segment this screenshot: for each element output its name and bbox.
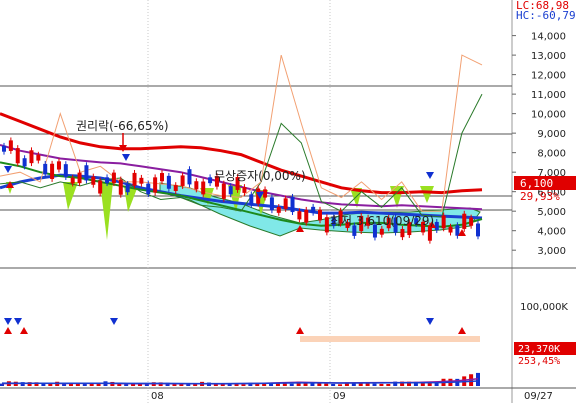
candle-body xyxy=(63,164,68,178)
candle-body xyxy=(283,198,288,209)
candle-body xyxy=(242,187,247,193)
candle-body xyxy=(118,179,123,195)
y-tick-label: 10,000 xyxy=(531,110,566,121)
candle-body xyxy=(400,228,405,238)
candle-body xyxy=(50,163,55,179)
candle-body xyxy=(84,165,89,181)
y-tick-label: 13,000 xyxy=(531,51,566,62)
candle-body xyxy=(98,180,103,194)
candle-body xyxy=(276,206,281,213)
x-tick-label: 08 xyxy=(151,391,164,402)
pct-badge: 29,93% xyxy=(520,190,560,203)
candle-body xyxy=(166,175,171,189)
y-tick-label: 9,000 xyxy=(537,129,566,140)
candle-body xyxy=(36,154,41,161)
candle-body xyxy=(455,225,460,236)
candle-body xyxy=(324,217,329,233)
y-tick-label: 12,000 xyxy=(531,71,566,82)
candle-body xyxy=(221,183,226,199)
y-tick-label: 11,000 xyxy=(531,90,566,101)
candle-body xyxy=(434,221,439,231)
y-tick-label: 14,000 xyxy=(531,32,566,43)
candle-body xyxy=(125,184,130,193)
volume-pct-badge: 253,45% xyxy=(518,356,560,367)
volume-badge: 23,370K xyxy=(518,344,560,355)
candle-body xyxy=(8,140,13,151)
volume-bar xyxy=(324,383,329,386)
candle-body xyxy=(290,196,295,213)
volume-bar xyxy=(331,383,336,386)
candle-body xyxy=(311,206,316,213)
candle-body xyxy=(160,173,164,182)
candle-body xyxy=(187,169,192,185)
volume-bar xyxy=(338,384,343,386)
low-point-label: 최저 3,610(09/29) xyxy=(330,214,434,228)
volume-bar xyxy=(241,384,246,386)
candle-body xyxy=(139,177,144,184)
volume-bar xyxy=(379,383,384,386)
candle-body xyxy=(448,226,453,233)
y-tick-label: 4,000 xyxy=(537,227,566,238)
volume-bar xyxy=(386,383,391,386)
candle-body xyxy=(180,175,185,186)
bonus-issue-label: 무상증자(0,00%) xyxy=(214,169,306,183)
price-volume-chart[interactable]: 권리락(-66,65%) 무상증자(0,00%) 최저 3,610(09/29)… xyxy=(0,0,576,403)
candle-body xyxy=(201,181,206,195)
candle-body xyxy=(173,185,178,191)
rights-event-label: 권리락(-66,65%) xyxy=(76,119,169,133)
candle-body xyxy=(441,215,446,229)
volume-pane[interactable] xyxy=(0,272,512,388)
y-tick-label: 3,000 xyxy=(537,246,566,257)
candle-body xyxy=(269,197,274,211)
candle-body xyxy=(91,176,96,185)
candle-body xyxy=(15,148,20,164)
candle-body xyxy=(22,158,27,167)
price-badge: 6,100 xyxy=(520,177,553,190)
candle-body xyxy=(43,163,48,175)
candle-body xyxy=(111,172,116,184)
volume-tick-label: 100,000K xyxy=(520,302,568,313)
candle-body xyxy=(2,145,6,152)
candle-body xyxy=(476,223,480,237)
candle-body xyxy=(105,177,110,184)
volume-bar xyxy=(372,383,377,386)
candle-body xyxy=(132,172,137,186)
x-tick-label: 09 xyxy=(333,391,346,402)
candle-body xyxy=(70,177,75,184)
candle-body xyxy=(146,183,151,195)
candle-body xyxy=(249,194,254,205)
candle-body xyxy=(379,228,384,235)
candle-body xyxy=(194,181,199,190)
candle-body xyxy=(297,211,302,220)
volume-bar xyxy=(289,383,294,386)
candle-body xyxy=(77,172,82,184)
candle-body xyxy=(153,177,158,193)
candle-body xyxy=(29,150,34,164)
candle-body xyxy=(318,209,322,221)
x-tick-label: 09/27 xyxy=(524,391,553,402)
y-tick-label: 8,000 xyxy=(537,149,566,160)
candle-body xyxy=(304,209,309,223)
stock-chart-window: 권리락(-66,65%) 무상증자(0,00%) 최저 3,610(09/29)… xyxy=(0,0,576,403)
candle-body xyxy=(263,189,268,198)
candle-body xyxy=(228,186,233,195)
candle-body xyxy=(469,217,474,226)
volume-envelope xyxy=(300,336,480,342)
candle-body xyxy=(56,161,61,170)
candle-body xyxy=(462,213,467,229)
hc-label: HC:-60,79 xyxy=(516,9,576,22)
y-tick-label: 5,000 xyxy=(537,207,566,218)
candle-body xyxy=(208,177,213,184)
